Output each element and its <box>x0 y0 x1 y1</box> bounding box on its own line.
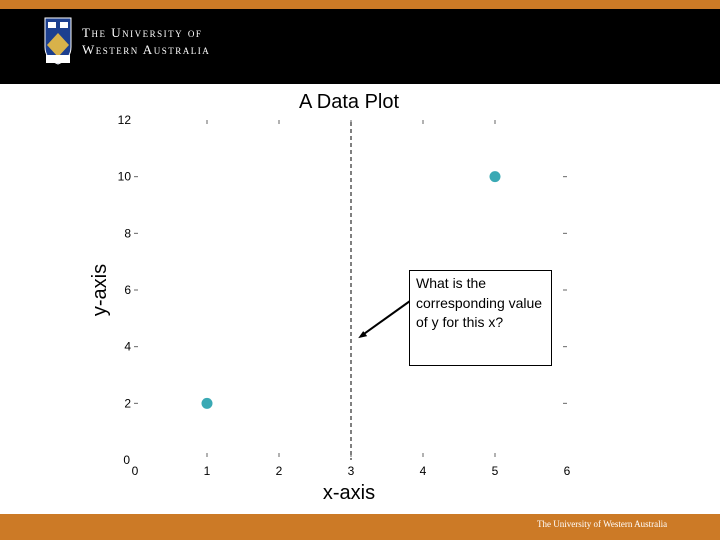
x-tick-label: 5 <box>492 464 499 478</box>
x-tick-label: 3 <box>348 464 355 478</box>
annotation-callout: What is the corresponding value of y for… <box>409 270 552 366</box>
x-tick-label: 4 <box>420 464 427 478</box>
footer-bar: The University of Western Australia <box>0 514 720 540</box>
x-tick-label: 0 <box>132 464 139 478</box>
data-point <box>201 397 213 409</box>
y-tick-label: 4 <box>124 340 131 354</box>
x-axis-label: x-axis <box>323 482 375 504</box>
scatter-plot: A Data Plot x-axis y-axis 0 1 2 3 4 5 60246810… <box>89 91 571 504</box>
data-point <box>489 171 501 183</box>
y-tick-label: 6 <box>124 283 131 297</box>
footer-text: The University of Western Australia <box>537 519 668 529</box>
x-tick-label: 6 <box>564 464 571 478</box>
annotation-arrow-line <box>361 300 411 336</box>
y-tick-label: 10 <box>118 170 132 184</box>
chart-title: A Data Plot <box>299 91 400 113</box>
x-tick-label: 1 <box>204 464 211 478</box>
y-tick-label: 2 <box>124 396 131 410</box>
y-tick-label: 8 <box>124 226 131 240</box>
x-tick-label: 2 <box>276 464 283 478</box>
y-tick-label: 0 <box>123 453 130 467</box>
y-axis-label: y-axis <box>89 264 111 316</box>
y-tick-label: 12 <box>118 113 132 127</box>
